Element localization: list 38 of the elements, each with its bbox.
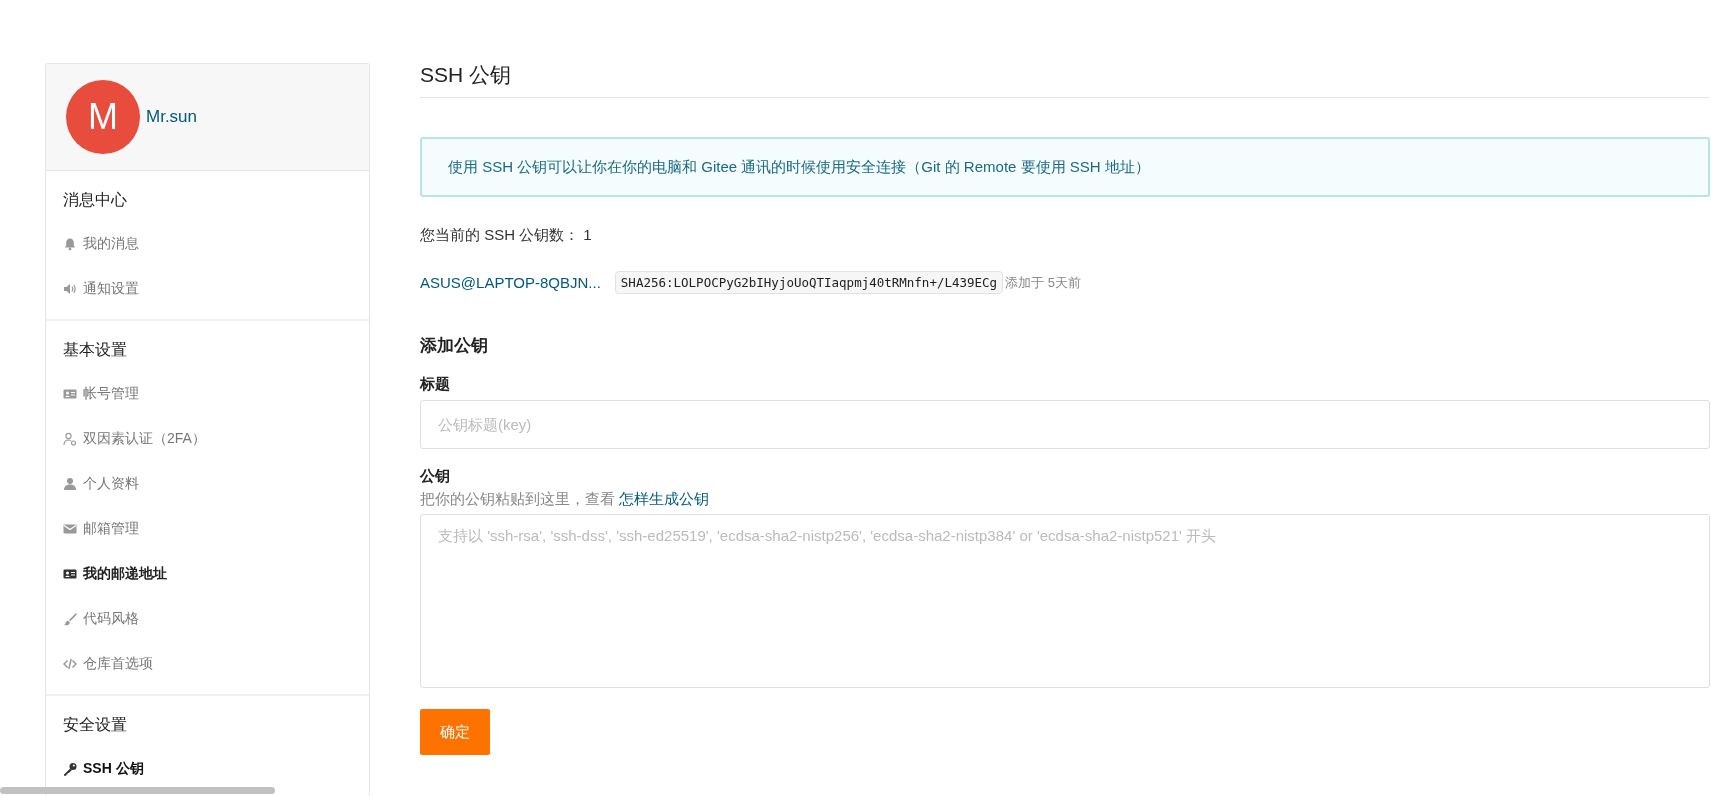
key-count-label: 您当前的 SSH 公钥数： (420, 226, 580, 243)
code-icon (63, 656, 77, 671)
sidebar-item[interactable]: 双因素认证（2FA） (63, 416, 206, 461)
sidebar-item[interactable]: 我的邮递地址 (63, 551, 167, 596)
scrollbar-thumb[interactable] (0, 787, 275, 794)
help-link[interactable]: 怎样生成公钥 (619, 490, 710, 507)
field-label: 公钥 (420, 467, 451, 486)
key-title-link[interactable]: ASUS@LAPTOP-8QBJN... (420, 274, 601, 291)
speaker-icon (63, 281, 77, 296)
key-count: 1 (583, 226, 592, 243)
avatar: M (66, 80, 140, 154)
sidebar-item[interactable]: 仓库首选项 (63, 641, 153, 686)
field-label: 标题 (420, 375, 451, 394)
person-icon (63, 476, 77, 491)
field-hint: 把你的公钥粘贴到这里，查看 怎样生成公钥 (420, 490, 711, 509)
bell-icon (63, 236, 77, 251)
sidebar-item[interactable]: 代码风格 (63, 596, 139, 641)
sidebar-item[interactable]: 邮箱管理 (63, 506, 139, 551)
section-heading: 基本设置 (63, 340, 128, 360)
info-notice: 使用 SSH 公钥可以让你在你的电脑和 Gitee 通讯的时候使用安全连接（Git 的 Remote 要使用 SSH 地址） (420, 137, 1710, 197)
submit-button[interactable]: 确定 (420, 709, 490, 755)
sidebar-item[interactable]: SSH 公钥 (63, 746, 144, 791)
key-icon (63, 761, 77, 776)
form-heading: 添加公钥 (420, 335, 489, 357)
sidebar-item[interactable]: 通知设置 (63, 266, 139, 311)
section-heading: 安全设置 (63, 715, 128, 735)
sidebar-item[interactable]: 帐号管理 (63, 371, 139, 416)
key-added-time: 添加于 5天前 (1005, 273, 1081, 292)
user-name-link[interactable]: Mr.sun (146, 107, 198, 127)
key-input-field[interactable]: 支持以 'ssh-rsa', 'ssh-dss', 'ssh-ed25519', 'ecdsa-sha2-nistp256', 'ecdsa-sha2-nistp384' or 'ecdsa-sha2-nistp521' 开头 (420, 514, 1710, 688)
page-title: SSH 公钥 (420, 63, 1710, 98)
sidebar-item[interactable]: 我的消息 (63, 221, 139, 266)
key-fingerprint: SHA256:LOLPOCPyG2bIHyjoUoQTIaqpmj40tRMnfn+/L439ECg (614, 271, 1004, 294)
section-heading: 消息中心 (63, 190, 128, 210)
person-outline-icon (63, 431, 77, 446)
title-input-field[interactable]: 公钥标题(key) (420, 400, 1710, 449)
sidebar-item[interactable]: 个人资料 (63, 461, 139, 506)
brush-icon (63, 611, 77, 626)
